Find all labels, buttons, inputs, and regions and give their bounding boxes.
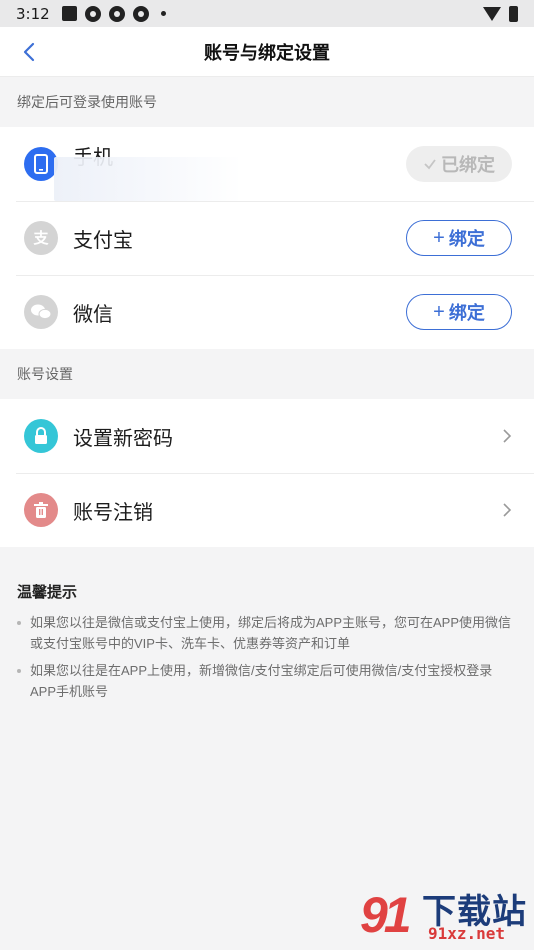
bind-row-alipay: 支 支付宝 + 绑定 <box>0 201 534 275</box>
svg-text:支: 支 <box>32 229 49 247</box>
plus-icon: + <box>433 300 445 323</box>
lock-icon <box>24 419 58 453</box>
trash-icon <box>24 493 58 527</box>
deactivate-account-label: 账号注销 <box>73 501 153 524</box>
phone-icon <box>24 147 58 181</box>
wechat-label: 微信 <box>73 303 113 326</box>
page-title: 账号与绑定设置 <box>204 42 330 63</box>
status-time: 3:12 <box>16 4 50 23</box>
alipay-bind-button[interactable]: + 绑定 <box>406 220 512 256</box>
phone-bound-label: 已绑定 <box>441 155 495 175</box>
alipay-label: 支付宝 <box>73 229 133 252</box>
phone-number-redacted <box>54 157 242 201</box>
status-bar: 3:12 <box>0 0 534 27</box>
check-icon <box>424 159 436 170</box>
watermark-url: 91xz.net <box>428 924 506 943</box>
chevron-right-icon <box>503 503 512 517</box>
notification-icon <box>61 6 77 21</box>
tip-text: 如果您以往是微信或支付宝上使用，绑定后将成为APP主账号，您可在APP使用微信或… <box>30 615 512 651</box>
bind-section-label: 绑定后可登录使用账号 <box>17 94 157 110</box>
wechat-icon <box>24 295 58 329</box>
alipay-bind-label: 绑定 <box>448 229 485 249</box>
app-notification-icon <box>108 5 125 22</box>
app-notification-icon <box>132 5 149 22</box>
tips-title: 温馨提示 <box>17 584 78 601</box>
bullet-icon <box>17 621 21 625</box>
deactivate-account-row[interactable]: 账号注销 <box>0 473 534 547</box>
alipay-icon: 支 <box>24 221 58 255</box>
wifi-icon <box>483 6 501 21</box>
watermark-mark: 91 <box>360 887 412 943</box>
back-button[interactable] <box>22 40 46 64</box>
set-password-label: 设置新密码 <box>73 427 173 450</box>
battery-icon <box>509 5 518 22</box>
account-card: 设置新密码 账号注销 <box>0 399 534 547</box>
tip-item: 如果您以往是微信或支付宝上使用，绑定后将成为APP主账号，您可在APP使用微信或… <box>17 612 517 654</box>
plus-icon: + <box>433 226 445 249</box>
bind-card: 手机 已绑定 支 支付宝 + 绑定 微信 + 绑定 <box>0 127 534 349</box>
account-section-label: 账号设置 <box>17 366 73 382</box>
wechat-bind-button[interactable]: + 绑定 <box>406 294 512 330</box>
more-notifications-icon <box>160 11 166 16</box>
chevron-right-icon <box>503 429 512 443</box>
wechat-bind-label: 绑定 <box>448 303 485 323</box>
tips-section: 温馨提示 如果您以往是微信或支付宝上使用，绑定后将成为APP主账号，您可在APP… <box>0 547 534 702</box>
bullet-icon <box>17 669 21 673</box>
app-notification-icon <box>84 5 101 22</box>
bind-row-wechat: 微信 + 绑定 <box>0 275 534 349</box>
tip-item: 如果您以往是在APP上使用，新增微信/支付宝绑定后可使用微信/支付宝授权登录AP… <box>17 660 517 702</box>
phone-bound-badge: 已绑定 <box>406 146 512 182</box>
chevron-left-icon <box>23 42 35 62</box>
watermark-logo: 91 下载站 91xz.net <box>360 884 530 948</box>
set-password-row[interactable]: 设置新密码 <box>0 399 534 473</box>
bind-row-phone: 手机 已绑定 <box>0 127 534 201</box>
tip-text: 如果您以往是在APP上使用，新增微信/支付宝绑定后可使用微信/支付宝授权登录AP… <box>30 663 493 699</box>
nav-bar: 账号与绑定设置 <box>0 27 534 77</box>
